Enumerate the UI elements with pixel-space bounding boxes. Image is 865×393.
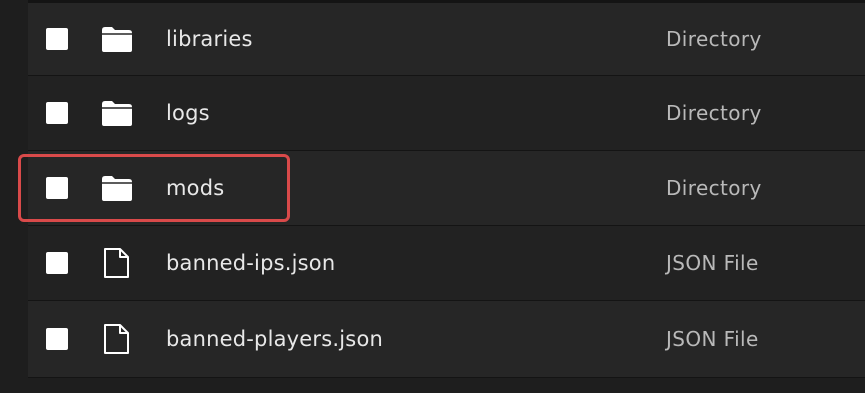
- file-row-banned-ips[interactable]: banned-ips.json JSON File: [28, 226, 865, 301]
- file-row-libraries[interactable]: libraries Directory: [28, 0, 865, 76]
- row-checkbox[interactable]: [46, 252, 68, 274]
- file-name[interactable]: banned-ips.json: [166, 251, 335, 275]
- file-name[interactable]: mods: [166, 176, 224, 200]
- file-row-logs[interactable]: logs Directory: [28, 76, 865, 151]
- file-type: Directory: [666, 27, 762, 51]
- file-type: JSON File: [666, 327, 759, 351]
- row-checkbox[interactable]: [46, 28, 68, 50]
- file-icon: [100, 248, 136, 278]
- file-list: libraries Directory logs Directory mods …: [28, 0, 865, 378]
- file-manager-page: libraries Directory logs Directory mods …: [0, 0, 865, 393]
- file-type: JSON File: [666, 251, 759, 275]
- file-row-banned-players[interactable]: banned-players.json JSON File: [28, 301, 865, 378]
- row-checkbox[interactable]: [46, 177, 68, 199]
- file-name[interactable]: libraries: [166, 27, 253, 51]
- file-row-mods[interactable]: mods Directory: [28, 151, 865, 226]
- row-checkbox[interactable]: [46, 328, 68, 350]
- file-name[interactable]: logs: [166, 101, 210, 125]
- file-type: Directory: [666, 101, 762, 125]
- folder-icon: [100, 25, 136, 53]
- file-name[interactable]: banned-players.json: [166, 327, 383, 351]
- folder-icon: [100, 99, 136, 127]
- folder-icon: [100, 174, 136, 202]
- row-checkbox[interactable]: [46, 102, 68, 124]
- file-icon: [100, 324, 136, 354]
- file-type: Directory: [666, 176, 762, 200]
